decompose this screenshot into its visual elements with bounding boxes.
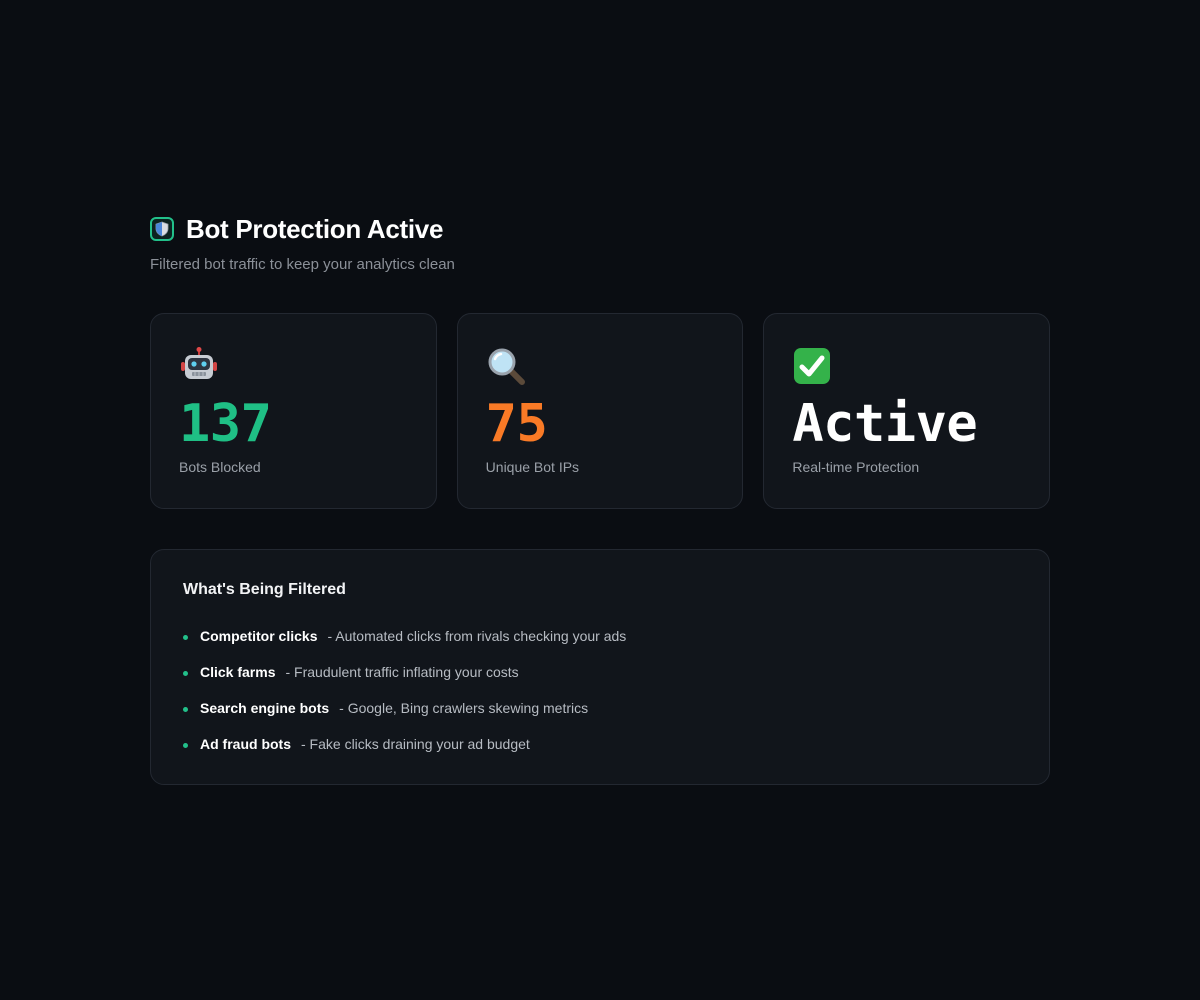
filter-item-description: - Fake clicks draining your ad budget: [301, 736, 530, 752]
bullet-icon: [183, 635, 188, 640]
list-item: Ad fraud bots - Fake clicks draining you…: [183, 726, 1017, 762]
bots-blocked-value: 137: [179, 394, 272, 454]
filtered-list: Competitor clicks - Automated clicks fro…: [183, 618, 1017, 762]
unique-bot-ips-value: 75: [485, 394, 548, 454]
list-item: Competitor clicks - Automated clicks fro…: [183, 618, 1017, 654]
list-item: Click farms - Fraudulent traffic inflati…: [183, 654, 1017, 690]
page-subtitle: Filtered bot traffic to keep your analyt…: [150, 256, 455, 273]
bullet-icon: [183, 707, 188, 712]
filter-item-description: - Automated clicks from rivals checking …: [327, 628, 627, 644]
shield-icon: [150, 217, 174, 241]
bullet-icon: [183, 671, 188, 676]
protection-status-value: Active: [792, 394, 978, 454]
filter-item-description: - Google, Bing crawlers skewing metrics: [339, 700, 589, 716]
magnifier-icon: [486, 346, 715, 386]
filtered-panel-title: What's Being Filtered: [183, 581, 346, 598]
filter-item-name: Ad fraud bots: [200, 736, 291, 752]
filtered-traffic-panel: What's Being Filtered Competitor clicks …: [150, 549, 1050, 785]
bots-blocked-label: Bots Blocked: [179, 459, 261, 475]
page-header: Bot Protection Active: [150, 214, 1050, 244]
stats-cards: 137 Bots Blocked 75 Unique Bot IPs Activ…: [150, 313, 1051, 509]
list-item: Search engine bots - Google, Bing crawle…: [183, 690, 1017, 726]
page-title: Bot Protection Active: [186, 213, 444, 244]
protection-status-label: Real-time Protection: [792, 459, 920, 475]
filter-item-description: - Fraudulent traffic inflating your cost…: [285, 664, 519, 680]
filter-item-name: Click farms: [200, 664, 276, 680]
stat-card-unique-bot-ips: 75 Unique Bot IPs: [456, 313, 744, 509]
unique-bot-ips-label: Unique Bot IPs: [485, 459, 580, 475]
filter-item-name: Search engine bots: [200, 700, 330, 716]
bot-protection-panel: Bot Protection Active Filtered bot traff…: [150, 214, 1051, 785]
filter-item-name: Competitor clicks: [200, 628, 318, 644]
check-mark-icon: [792, 346, 1021, 386]
robot-icon: [179, 346, 408, 386]
bullet-icon: [183, 743, 188, 748]
stat-card-protection-status: Active Real-time Protection: [763, 313, 1051, 509]
stat-card-bots-blocked: 137 Bots Blocked: [150, 313, 437, 509]
